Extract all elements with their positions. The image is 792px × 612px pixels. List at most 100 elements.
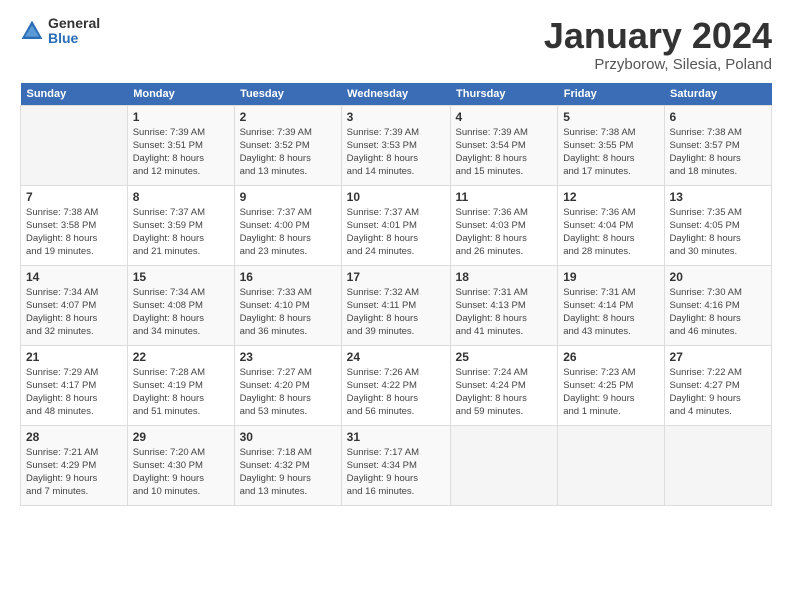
day-info: Sunrise: 7:39 AM Sunset: 3:53 PM Dayligh… (347, 126, 445, 179)
day-number: 4 (456, 110, 553, 124)
day-number: 20 (670, 270, 766, 284)
day-number: 13 (670, 190, 766, 204)
col-wednesday: Wednesday (341, 83, 450, 106)
calendar-cell: 15 Sunrise: 7:34 AM Sunset: 4:08 PM Dayli… (127, 265, 234, 345)
day-info: Sunrise: 7:21 AM Sunset: 4:29 PM Dayligh… (26, 446, 122, 499)
calendar-cell: 9 Sunrise: 7:37 AM Sunset: 4:00 PM Daylig… (234, 185, 341, 265)
calendar-cell: 11 Sunrise: 7:36 AM Sunset: 4:03 PM Dayli… (450, 185, 558, 265)
day-number: 8 (133, 190, 229, 204)
calendar-cell: 19Sunrise: 7:31 AM Sunset: 4:14 PM Dayli… (558, 265, 664, 345)
day-info: Sunrise: 7:23 AM Sunset: 4:25 PM Dayligh… (563, 366, 658, 419)
day-number: 12 (563, 190, 658, 204)
day-info: Sunrise: 7:17 AM Sunset: 4:34 PM Dayligh… (347, 446, 445, 499)
calendar-cell: 29Sunrise: 7:20 AM Sunset: 4:30 PM Dayli… (127, 425, 234, 505)
day-info: Sunrise: 7:26 AM Sunset: 4:22 PM Dayligh… (347, 366, 445, 419)
day-info: Sunrise: 7:36 AM Sunset: 4:03 PM Dayligh… (456, 206, 553, 259)
day-number: 6 (670, 110, 766, 124)
day-number: 26 (563, 350, 658, 364)
day-info: Sunrise: 7:32 AM Sunset: 4:11 PM Dayligh… (347, 286, 445, 339)
day-info: Sunrise: 7:37 AM Sunset: 3:59 PM Dayligh… (133, 206, 229, 259)
calendar-cell: 23Sunrise: 7:27 AM Sunset: 4:20 PM Dayli… (234, 345, 341, 425)
logo-icon (20, 19, 44, 43)
calendar-week-row: 21 Sunrise: 7:29 AM Sunset: 4:17 PM Dayli… (21, 345, 772, 425)
calendar-cell: 13 Sunrise: 7:35 AM Sunset: 4:05 PM Dayli… (664, 185, 771, 265)
calendar-week-row: 14 Sunrise: 7:34 AM Sunset: 4:07 PM Dayli… (21, 265, 772, 345)
month-title: January 2024 (544, 16, 772, 56)
calendar-table: Sunday Monday Tuesday Wednesday Thursday… (20, 83, 772, 506)
day-number: 11 (456, 190, 553, 204)
logo: General Blue (20, 16, 100, 47)
calendar-cell: 20 Sunrise: 7:30 AM Sunset: 4:16 PM Dayli… (664, 265, 771, 345)
day-info: Sunrise: 7:28 AM Sunset: 4:19 PM Dayligh… (133, 366, 229, 419)
day-info: Sunrise: 7:37 AM Sunset: 4:00 PM Dayligh… (240, 206, 336, 259)
day-info: Sunrise: 7:35 AM Sunset: 4:05 PM Dayligh… (670, 206, 766, 259)
logo-general-text: General (48, 16, 100, 31)
day-info: Sunrise: 7:34 AM Sunset: 4:07 PM Dayligh… (26, 286, 122, 339)
col-thursday: Thursday (450, 83, 558, 106)
day-number: 27 (670, 350, 766, 364)
calendar-cell: 8 Sunrise: 7:37 AM Sunset: 3:59 PM Daylig… (127, 185, 234, 265)
day-info: Sunrise: 7:29 AM Sunset: 4:17 PM Dayligh… (26, 366, 122, 419)
day-number: 17 (347, 270, 445, 284)
calendar-cell: 28 Sunrise: 7:21 AM Sunset: 4:29 PM Dayli… (21, 425, 128, 505)
day-info: Sunrise: 7:24 AM Sunset: 4:24 PM Dayligh… (456, 366, 553, 419)
calendar-cell: 31 Sunrise: 7:17 AM Sunset: 4:34 PM Dayli… (341, 425, 450, 505)
day-number: 1 (133, 110, 229, 124)
day-info: Sunrise: 7:22 AM Sunset: 4:27 PM Dayligh… (670, 366, 766, 419)
day-number: 2 (240, 110, 336, 124)
calendar-cell: 27 Sunrise: 7:22 AM Sunset: 4:27 PM Dayli… (664, 345, 771, 425)
day-info: Sunrise: 7:30 AM Sunset: 4:16 PM Dayligh… (670, 286, 766, 339)
day-number: 24 (347, 350, 445, 364)
day-info: Sunrise: 7:36 AM Sunset: 4:04 PM Dayligh… (563, 206, 658, 259)
day-number: 9 (240, 190, 336, 204)
calendar-cell: 17 Sunrise: 7:32 AM Sunset: 4:11 PM Dayli… (341, 265, 450, 345)
day-number: 5 (563, 110, 658, 124)
day-info: Sunrise: 7:37 AM Sunset: 4:01 PM Dayligh… (347, 206, 445, 259)
day-number: 16 (240, 270, 336, 284)
day-number: 28 (26, 430, 122, 444)
day-number: 23 (240, 350, 336, 364)
calendar-cell: 3 Sunrise: 7:39 AM Sunset: 3:53 PM Daylig… (341, 105, 450, 185)
calendar-cell (450, 425, 558, 505)
day-info: Sunrise: 7:38 AM Sunset: 3:58 PM Dayligh… (26, 206, 122, 259)
calendar-week-row: 7Sunrise: 7:38 AM Sunset: 3:58 PM Daylig… (21, 185, 772, 265)
calendar-cell: 18Sunrise: 7:31 AM Sunset: 4:13 PM Dayli… (450, 265, 558, 345)
day-number: 22 (133, 350, 229, 364)
calendar-cell: 6 Sunrise: 7:38 AM Sunset: 3:57 PM Daylig… (664, 105, 771, 185)
day-info: Sunrise: 7:34 AM Sunset: 4:08 PM Dayligh… (133, 286, 229, 339)
calendar-cell: 5 Sunrise: 7:38 AM Sunset: 3:55 PM Daylig… (558, 105, 664, 185)
calendar-cell: 16 Sunrise: 7:33 AM Sunset: 4:10 PM Dayli… (234, 265, 341, 345)
day-number: 31 (347, 430, 445, 444)
day-number: 3 (347, 110, 445, 124)
logo-text: General Blue (48, 16, 100, 47)
day-info: Sunrise: 7:31 AM Sunset: 4:13 PM Dayligh… (456, 286, 553, 339)
location-subtitle: Przyborow, Silesia, Poland (544, 56, 772, 73)
logo-blue-text: Blue (48, 31, 100, 46)
header: General Blue January 2024 Przyborow, Sil… (20, 16, 772, 73)
day-number: 14 (26, 270, 122, 284)
calendar-cell (21, 105, 128, 185)
calendar-cell: 2 Sunrise: 7:39 AM Sunset: 3:52 PM Daylig… (234, 105, 341, 185)
day-number: 21 (26, 350, 122, 364)
col-friday: Friday (558, 83, 664, 106)
calendar-cell (664, 425, 771, 505)
day-info: Sunrise: 7:33 AM Sunset: 4:10 PM Dayligh… (240, 286, 336, 339)
calendar-cell: 24 Sunrise: 7:26 AM Sunset: 4:22 PM Dayli… (341, 345, 450, 425)
day-info: Sunrise: 7:38 AM Sunset: 3:57 PM Dayligh… (670, 126, 766, 179)
day-info: Sunrise: 7:18 AM Sunset: 4:32 PM Dayligh… (240, 446, 336, 499)
calendar-week-row: 1 Sunrise: 7:39 AM Sunset: 3:51 PM Daylig… (21, 105, 772, 185)
day-info: Sunrise: 7:38 AM Sunset: 3:55 PM Dayligh… (563, 126, 658, 179)
calendar-header-row: Sunday Monday Tuesday Wednesday Thursday… (21, 83, 772, 106)
calendar-cell: 1 Sunrise: 7:39 AM Sunset: 3:51 PM Daylig… (127, 105, 234, 185)
calendar-week-row: 28 Sunrise: 7:21 AM Sunset: 4:29 PM Dayli… (21, 425, 772, 505)
day-number: 30 (240, 430, 336, 444)
day-info: Sunrise: 7:39 AM Sunset: 3:51 PM Dayligh… (133, 126, 229, 179)
page-container: General Blue January 2024 Przyborow, Sil… (0, 0, 792, 516)
day-number: 25 (456, 350, 553, 364)
calendar-cell: 30 Sunrise: 7:18 AM Sunset: 4:32 PM Dayli… (234, 425, 341, 505)
day-info: Sunrise: 7:39 AM Sunset: 3:54 PM Dayligh… (456, 126, 553, 179)
calendar-cell: 14 Sunrise: 7:34 AM Sunset: 4:07 PM Dayli… (21, 265, 128, 345)
col-sunday: Sunday (21, 83, 128, 106)
day-number: 15 (133, 270, 229, 284)
day-info: Sunrise: 7:39 AM Sunset: 3:52 PM Dayligh… (240, 126, 336, 179)
